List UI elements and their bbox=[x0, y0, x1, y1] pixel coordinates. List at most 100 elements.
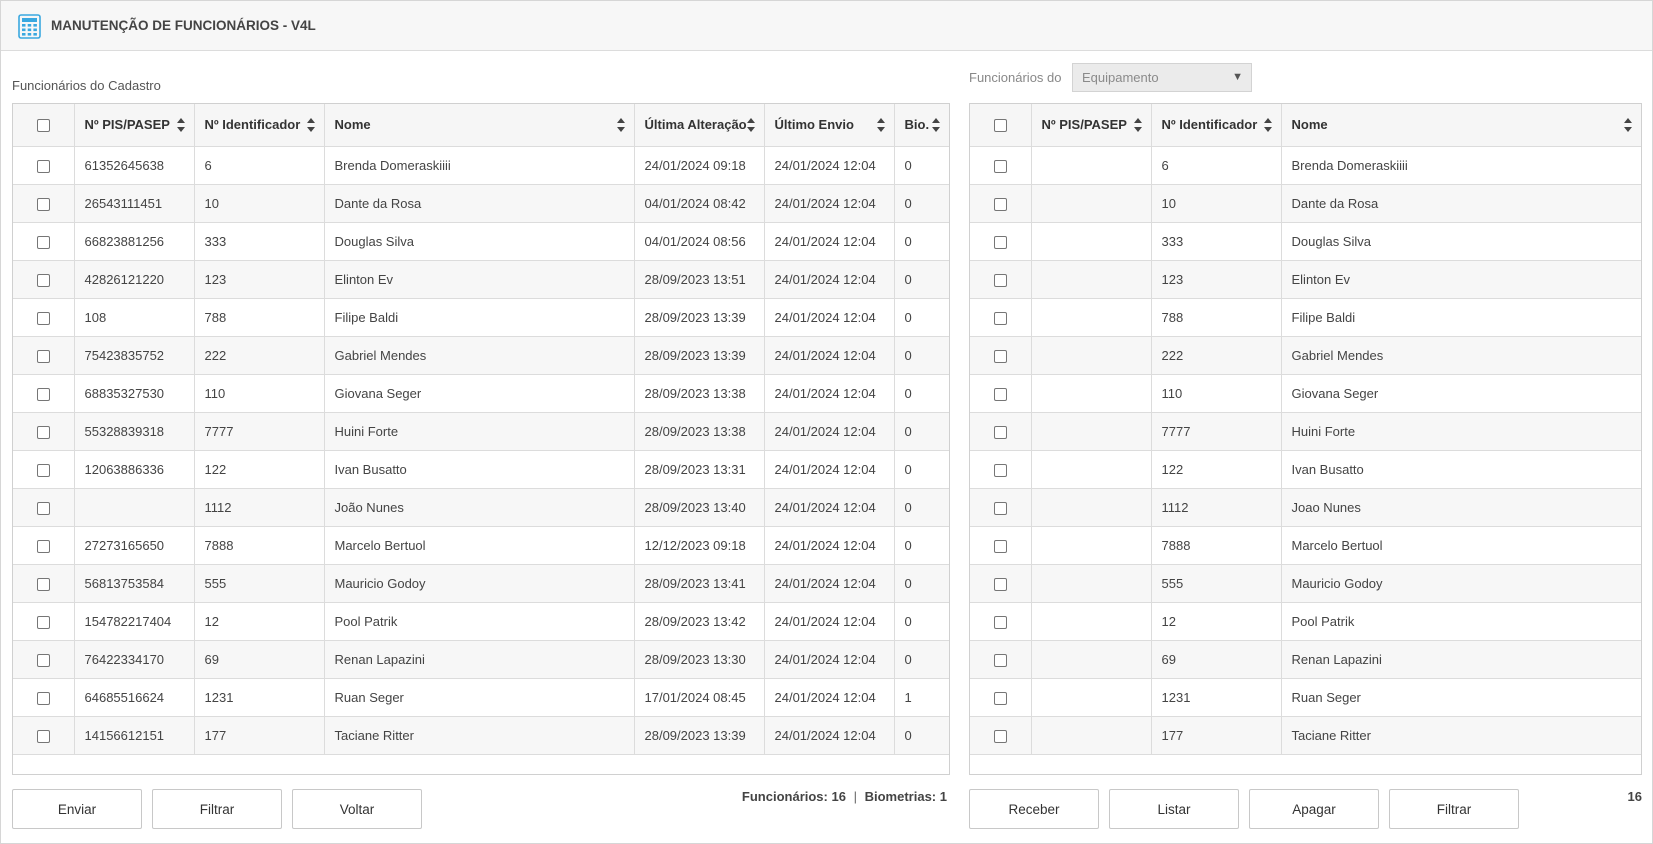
row-checkbox[interactable] bbox=[993, 197, 1007, 211]
row-checkbox[interactable] bbox=[993, 425, 1007, 439]
table-row[interactable]: 61352645638 6 Brenda Domeraskiiii 24/01/202… bbox=[13, 146, 949, 185]
row-checkbox[interactable] bbox=[36, 501, 50, 515]
row-checkbox[interactable] bbox=[36, 653, 50, 667]
select-all-checkbox[interactable] bbox=[36, 119, 50, 133]
table-row[interactable]: 154782217404 12 Pool Patrik 28/09/2023 13:4… bbox=[13, 602, 949, 641]
column-header-ultimo-envio[interactable]: Último Envio bbox=[764, 104, 895, 147]
table-cell bbox=[1031, 184, 1152, 223]
table-row[interactable]: 123 Elinton Ev bbox=[970, 260, 1641, 299]
table-header-row: Nº PIS/PASEP Nº Identificador Nome Últim… bbox=[13, 104, 949, 147]
row-checkbox[interactable] bbox=[36, 349, 50, 363]
table-row[interactable]: 26543111451 10 Dante da Rosa 04/01/2024 08:… bbox=[13, 184, 949, 223]
table-row[interactable]: 14156612151 177 Taciane Ritter 28/09/2023 1… bbox=[13, 716, 949, 755]
column-header-identificador[interactable]: Nº Identificador bbox=[194, 104, 325, 147]
table-row[interactable]: 177 Taciane Ritter bbox=[970, 716, 1641, 755]
column-header-identificador[interactable]: Nº Identificador bbox=[1151, 104, 1282, 147]
table-row[interactable]: 1112 João Nunes 28/09/2023 13:40 24/01/2024… bbox=[13, 488, 949, 527]
table-row[interactable]: 222 Gabriel Mendes bbox=[970, 336, 1641, 375]
row-checkbox[interactable] bbox=[36, 577, 50, 591]
row-checkbox[interactable] bbox=[36, 159, 50, 173]
right-panel-label: Funcionários do bbox=[969, 70, 1062, 85]
row-checkbox[interactable] bbox=[993, 501, 1007, 515]
table-cell: Filipe Baldi bbox=[324, 298, 635, 337]
column-header-nome[interactable]: Nome bbox=[1281, 104, 1641, 147]
table-row[interactable]: 110 Giovana Seger bbox=[970, 374, 1641, 413]
column-header-pis[interactable]: Nº PIS/PASEP bbox=[1031, 104, 1152, 147]
column-header-label: Último Envio bbox=[774, 117, 854, 133]
table-row[interactable]: 555 Mauricio Godoy bbox=[970, 564, 1641, 603]
row-checkbox[interactable] bbox=[36, 615, 50, 629]
table-row[interactable]: 64685516624 1231 Ruan Seger 17/01/2024 08:4… bbox=[13, 678, 949, 717]
table-row[interactable]: 788 Filipe Baldi bbox=[970, 298, 1641, 337]
row-checkbox[interactable] bbox=[993, 729, 1007, 743]
table-row[interactable]: 76422334170 69 Renan Lapazini 28/09/2023 13… bbox=[13, 640, 949, 679]
row-checkbox[interactable] bbox=[993, 311, 1007, 325]
table-row[interactable]: 55328839318 7777 Huini Forte 28/09/2023 13:… bbox=[13, 412, 949, 451]
enviar-button[interactable]: Enviar bbox=[12, 789, 142, 829]
sort-icon[interactable] bbox=[746, 118, 756, 132]
apagar-button[interactable]: Apagar bbox=[1249, 789, 1379, 829]
row-checkbox[interactable] bbox=[993, 387, 1007, 401]
row-checkbox[interactable] bbox=[993, 159, 1007, 173]
listar-button[interactable]: Listar bbox=[1109, 789, 1239, 829]
row-checkbox[interactable] bbox=[993, 273, 1007, 287]
table-row[interactable]: 333 Douglas Silva bbox=[970, 222, 1641, 261]
column-header-nome[interactable]: Nome bbox=[324, 104, 635, 147]
table-row[interactable]: 69 Renan Lapazini bbox=[970, 640, 1641, 679]
sort-icon[interactable] bbox=[1133, 118, 1143, 132]
table-row[interactable]: 122 Ivan Busatto bbox=[970, 450, 1641, 489]
table-row[interactable]: 108 788 Filipe Baldi 28/09/2023 13:39 24/01/… bbox=[13, 298, 949, 337]
table-row[interactable]: 12063886336 122 Ivan Busatto 28/09/2023 13:… bbox=[13, 450, 949, 489]
row-checkbox[interactable] bbox=[993, 349, 1007, 363]
row-checkbox[interactable] bbox=[993, 653, 1007, 667]
table-row[interactable]: 42826121220 123 Elinton Ev 28/09/2023 13:51… bbox=[13, 260, 949, 299]
sort-icon[interactable] bbox=[176, 118, 186, 132]
sort-icon[interactable] bbox=[616, 118, 626, 132]
sort-icon[interactable] bbox=[1263, 118, 1273, 132]
table-row[interactable]: 1231 Ruan Seger bbox=[970, 678, 1641, 717]
table-row[interactable]: 1112 Joao Nunes bbox=[970, 488, 1641, 527]
sort-icon[interactable] bbox=[306, 118, 316, 132]
sort-icon[interactable] bbox=[876, 118, 886, 132]
row-checkbox[interactable] bbox=[993, 691, 1007, 705]
row-checkbox[interactable] bbox=[993, 463, 1007, 477]
row-checkbox[interactable] bbox=[36, 273, 50, 287]
table-row[interactable]: 7777 Huini Forte bbox=[970, 412, 1641, 451]
sort-icon[interactable] bbox=[932, 118, 941, 132]
row-checkbox[interactable] bbox=[36, 539, 50, 553]
table-row[interactable]: 75423835752 222 Gabriel Mendes 28/09/2023 1… bbox=[13, 336, 949, 375]
row-checkbox[interactable] bbox=[36, 311, 50, 325]
table-cell: 0 bbox=[894, 374, 949, 413]
table-row[interactable]: 68835327530 110 Giovana Seger 28/09/2023 13… bbox=[13, 374, 949, 413]
table-row[interactable]: 10 Dante da Rosa bbox=[970, 184, 1641, 223]
row-checkbox[interactable] bbox=[36, 387, 50, 401]
row-checkbox[interactable] bbox=[993, 577, 1007, 591]
table-row[interactable]: 7888 Marcelo Bertuol bbox=[970, 526, 1641, 565]
table-row[interactable]: 56813753584 555 Mauricio Godoy 28/09/2023 1… bbox=[13, 564, 949, 603]
table-row[interactable]: 66823881256 333 Douglas Silva 04/01/2024 08… bbox=[13, 222, 949, 261]
table-row[interactable]: 6 Brenda Domeraskiiii bbox=[970, 146, 1641, 185]
row-checkbox[interactable] bbox=[36, 691, 50, 705]
table-row[interactable]: 27273165650 7888 Marcelo Bertuol 12/12/2023… bbox=[13, 526, 949, 565]
row-checkbox[interactable] bbox=[36, 197, 50, 211]
table-cell: 24/01/2024 12:04 bbox=[764, 678, 895, 717]
row-checkbox[interactable] bbox=[993, 615, 1007, 629]
voltar-button[interactable]: Voltar bbox=[292, 789, 422, 829]
column-header-bio[interactable]: Bio. bbox=[894, 104, 949, 147]
sort-icon[interactable] bbox=[1624, 118, 1633, 132]
row-checkbox[interactable] bbox=[36, 729, 50, 743]
column-header-pis[interactable]: Nº PIS/PASEP bbox=[74, 104, 195, 147]
receber-button[interactable]: Receber bbox=[969, 789, 1099, 829]
row-checkbox[interactable] bbox=[36, 235, 50, 249]
row-checkbox[interactable] bbox=[993, 235, 1007, 249]
table-row[interactable]: 12 Pool Patrik bbox=[970, 602, 1641, 641]
filtrar-button[interactable]: Filtrar bbox=[152, 789, 282, 829]
filtrar-device-button[interactable]: Filtrar bbox=[1389, 789, 1519, 829]
row-checkbox[interactable] bbox=[993, 539, 1007, 553]
row-checkbox[interactable] bbox=[36, 463, 50, 477]
column-header-ultima-alteracao[interactable]: Última Alteração bbox=[634, 104, 765, 147]
device-source-select[interactable]: Equipamento ▼ bbox=[1072, 63, 1252, 92]
table-cell: Pool Patrik bbox=[324, 602, 635, 641]
row-checkbox[interactable] bbox=[36, 425, 50, 439]
select-all-checkbox[interactable] bbox=[993, 119, 1007, 133]
